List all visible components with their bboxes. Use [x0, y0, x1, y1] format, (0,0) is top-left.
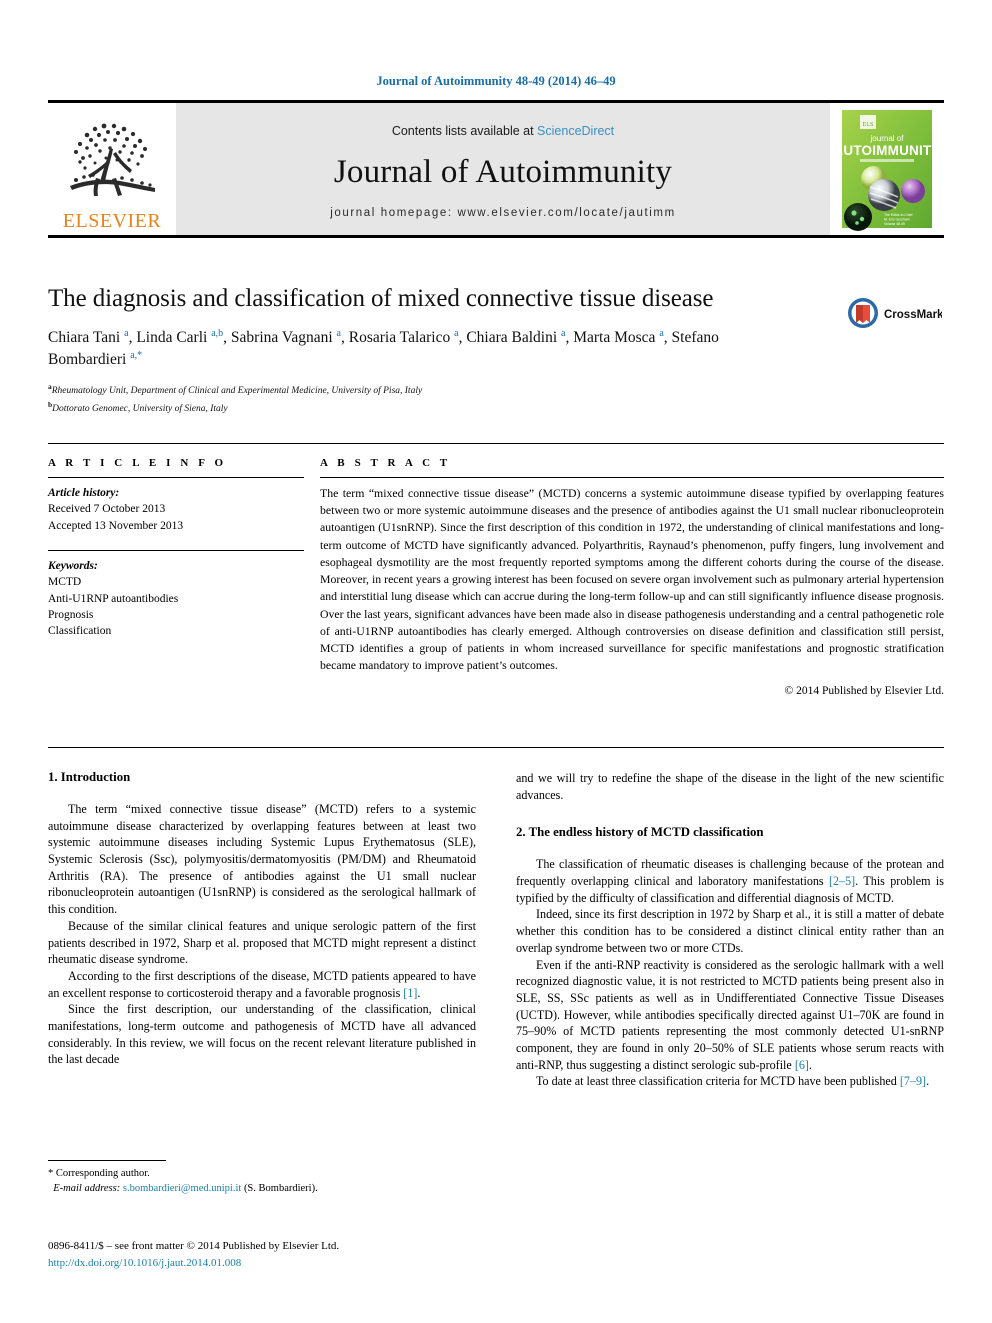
svg-text:Volume 48-49: Volume 48-49 — [884, 222, 905, 226]
journal-cover-image: ELS journal of AUTOIMMUNITY The Editor-i… — [838, 107, 936, 231]
journal-cover-thumbnail: ELS journal of AUTOIMMUNITY The Editor-i… — [830, 103, 944, 235]
received-date: Received 7 October 2013 — [48, 503, 166, 516]
masthead-center: Contents lists available at ScienceDirec… — [176, 103, 830, 235]
paragraph: To date at least three classification cr… — [516, 1073, 944, 1090]
article-history-group: Article history: Received 7 October 2013… — [48, 485, 304, 534]
journal-masthead: ELSEVIER Contents lists available at Sci… — [48, 100, 944, 238]
body-column-right: and we will try to redefine the shape of… — [516, 770, 944, 1090]
keywords-group: Keywords: MCTD Anti-U1RNP autoantibodies… — [48, 558, 304, 640]
keyword-item: Classification — [48, 625, 112, 638]
paragraph-text: To date at least three classification cr… — [536, 1074, 900, 1089]
article-title-block: CrossMark The diagnosis and classificati… — [48, 285, 944, 416]
paragraph: The term “mixed connective tissue diseas… — [48, 802, 476, 917]
affiliation-a: aRheumatology Unit, Department of Clinic… — [48, 382, 423, 397]
keyword-item: MCTD — [48, 576, 82, 589]
journal-title: Journal of Autoimmunity — [333, 153, 673, 190]
svg-text:M. Eric Gershwin: M. Eric Gershwin — [884, 218, 910, 222]
contents-prefix: Contents lists available at — [391, 123, 538, 138]
email-owner: (S. Bombardieri). — [243, 1183, 318, 1195]
svg-text:journal of: journal of — [870, 134, 905, 143]
contents-list-line: Contents lists available at ScienceDirec… — [392, 124, 614, 138]
elsevier-tree-icon — [70, 123, 155, 196]
crossmark-badge[interactable]: CrossMark — [846, 285, 944, 341]
paragraph-text: Even if the anti-RNP reactivity is consi… — [516, 957, 944, 1072]
section-heading-introduction: 1. Introduction — [48, 770, 131, 784]
accepted-date: Accepted 13 November 2013 — [48, 519, 184, 532]
paragraph: Because of the similar clinical features… — [48, 918, 476, 967]
affiliation-a-text: Rheumatology Unit, Department of Clinica… — [51, 386, 423, 397]
svg-text:ELS: ELS — [863, 122, 874, 128]
citation-link[interactable]: [1] — [403, 986, 417, 1000]
svg-text:CrossMark: CrossMark — [884, 309, 942, 321]
info-abstract-band: A R T I C L E I N F O Article history: R… — [48, 443, 944, 748]
paragraph-text: . — [926, 1074, 930, 1089]
section-heading-classification-history: 2. The endless history of MCTD classific… — [516, 825, 764, 840]
info-divider-keywords — [48, 549, 304, 551]
paper-page: Journal of Autoimmunity 48-49 (2014) 46–… — [0, 0, 992, 1323]
paragraph: Indeed, since its first description in 1… — [516, 907, 944, 955]
article-info-column: A R T I C L E I N F O Article history: R… — [48, 444, 320, 747]
svg-text:AUTOIMMUNITY: AUTOIMMUNITY — [838, 143, 936, 158]
front-matter-line: 0896-8411/$ – see front matter © 2014 Pu… — [48, 1240, 340, 1252]
paragraph: Even if the anti-RNP reactivity is consi… — [516, 957, 944, 1074]
affiliation-b: bDottorato Genomec, University of Siena,… — [48, 399, 228, 414]
footnote-divider — [48, 1160, 166, 1161]
paragraph-text: . — [417, 985, 421, 1000]
journal-homepage-link[interactable]: journal homepage: www.elsevier.com/locat… — [330, 207, 676, 219]
email-link[interactable]: s.bombardieri@med.unipi.it — [123, 1183, 241, 1194]
paragraph: and we will try to redefine the shape of… — [516, 771, 944, 802]
corresponding-author-footnote: * Corresponding author. E-mail address: … — [48, 1160, 476, 1196]
running-head: Journal of Autoimmunity 48-49 (2014) 46–… — [376, 74, 616, 88]
paragraph: According to the first descriptions of t… — [48, 968, 476, 1001]
abstract-heading: A B S T R A C T — [320, 457, 451, 469]
email-line: E-mail address: s.bombardieri@med.unipi.… — [48, 1181, 476, 1196]
info-divider-top — [48, 477, 304, 478]
crossmark-icon: CrossMark — [848, 298, 942, 328]
doi-link[interactable]: http://dx.doi.org/10.1016/j.jaut.2014.01… — [48, 1255, 548, 1272]
svg-text:The Editor-in-Chief: The Editor-in-Chief — [884, 213, 913, 217]
citation-link[interactable]: [7–9] — [900, 1074, 926, 1088]
citation-link[interactable]: [2–5] — [829, 874, 855, 888]
article-history-label: Article history: — [48, 487, 120, 499]
corresponding-author-line: * Corresponding author. — [48, 1168, 150, 1179]
keyword-item: Prognosis — [48, 608, 94, 621]
elsevier-logo: ELSEVIER — [48, 103, 176, 235]
author-list: Chiara Tani a, Linda Carli a,b, Sabrina … — [48, 328, 719, 369]
keywords-label: Keywords: — [48, 559, 98, 572]
body-columns: 1. Introduction The term “mixed connecti… — [48, 770, 944, 1090]
abstract-text: The term “mixed connective tissue diseas… — [320, 486, 944, 673]
sciencedirect-link[interactable]: ScienceDirect — [537, 124, 614, 138]
elsevier-wordmark: ELSEVIER — [62, 210, 162, 232]
abstract-divider — [320, 477, 944, 478]
abstract-copyright: © 2014 Published by Elsevier Ltd. — [784, 685, 944, 698]
affiliation-b-text: Dottorato Genomec, University of Siena, … — [52, 403, 228, 414]
body-column-left: 1. Introduction The term “mixed connecti… — [48, 770, 476, 1090]
abstract-column: A B S T R A C T The term “mixed connecti… — [320, 444, 944, 747]
page-title: The diagnosis and classification of mixe… — [48, 285, 714, 312]
article-info-heading: A R T I C L E I N F O — [48, 457, 227, 469]
keyword-item: Anti-U1RNP autoantibodies — [48, 592, 179, 605]
paragraph-text: . — [808, 1057, 812, 1072]
citation-link[interactable]: [6] — [795, 1058, 809, 1072]
paragraph: Since the first description, our underst… — [48, 1002, 476, 1067]
page-footer: 0896-8411/$ – see front matter © 2014 Pu… — [48, 1238, 548, 1271]
email-label: E-mail address: — [53, 1183, 121, 1195]
paragraph: The classification of rheumatic diseases… — [516, 856, 944, 906]
